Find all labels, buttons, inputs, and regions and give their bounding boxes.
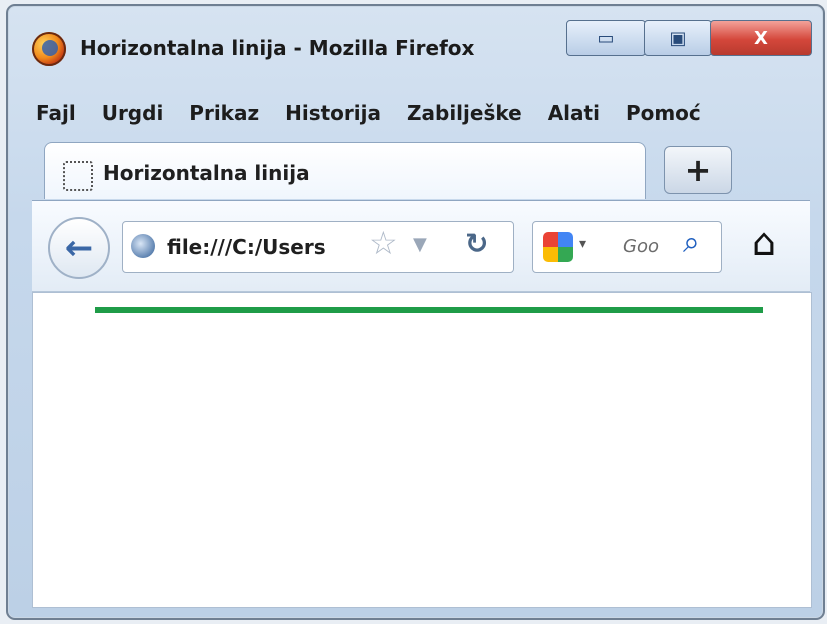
search-engine-dropdown-icon[interactable]: ▾	[579, 236, 586, 252]
menu-bar: Fajl Urgdi Prikaz Historija Zabilješke A…	[36, 94, 796, 132]
search-bar[interactable]: ▾ Goo ⌕	[532, 221, 722, 273]
horizontal-rule	[95, 307, 763, 313]
tab-strip: Horizontalna linija +	[32, 132, 812, 202]
menu-item-urgdi[interactable]: Urgdi	[102, 101, 164, 125]
dropdown-icon[interactable]: ▼	[413, 234, 427, 255]
back-arrow-icon: ←	[64, 228, 94, 268]
page-icon	[63, 161, 93, 191]
globe-icon	[131, 234, 155, 258]
star-icon[interactable]: ☆	[369, 227, 398, 259]
tab-active[interactable]: Horizontalna linija	[44, 142, 646, 199]
close-button[interactable]: X	[710, 20, 812, 56]
menu-item-prikaz[interactable]: Prikaz	[189, 101, 259, 125]
reload-icon[interactable]: ↻	[465, 230, 488, 258]
maximize-button[interactable]: ▣	[644, 20, 712, 56]
search-placeholder: Goo	[623, 236, 659, 257]
minimize-icon: ▭	[597, 27, 615, 49]
search-icon[interactable]: ⌕	[683, 228, 700, 258]
google-icon[interactable]	[543, 232, 573, 262]
back-button[interactable]: ←	[48, 217, 110, 279]
menu-item-pomoc[interactable]: Pomoć	[626, 101, 701, 125]
close-icon: X	[754, 27, 768, 49]
address-value[interactable]: file:///C:/Users	[167, 235, 326, 259]
menu-item-fajl[interactable]: Fajl	[36, 101, 76, 125]
window-title: Horizontalna linija - Mozilla Firefox	[80, 36, 475, 60]
page-content	[32, 292, 812, 608]
firefox-logo-icon	[32, 32, 66, 66]
navigation-toolbar: ← file:///C:/Users ☆ ▼ ↻ ▾ Goo ⌕ ⌂	[32, 200, 810, 292]
home-icon[interactable]: ⌂	[752, 223, 776, 261]
tab-label: Horizontalna linija	[103, 161, 310, 185]
title-bar: Horizontalna linija - Mozilla Firefox ▭ …	[8, 6, 823, 80]
menu-item-historija[interactable]: Historija	[285, 101, 381, 125]
address-bar[interactable]: file:///C:/Users ☆ ▼ ↻	[122, 221, 514, 273]
browser-window: Horizontalna linija - Mozilla Firefox ▭ …	[6, 4, 825, 620]
minimize-button[interactable]: ▭	[566, 20, 646, 56]
menu-item-alati[interactable]: Alati	[548, 101, 600, 125]
new-tab-button[interactable]: +	[664, 146, 732, 194]
plus-icon: +	[684, 151, 712, 189]
maximize-icon: ▣	[669, 27, 687, 49]
menu-item-zabiljeske[interactable]: Zabilješke	[407, 101, 522, 125]
